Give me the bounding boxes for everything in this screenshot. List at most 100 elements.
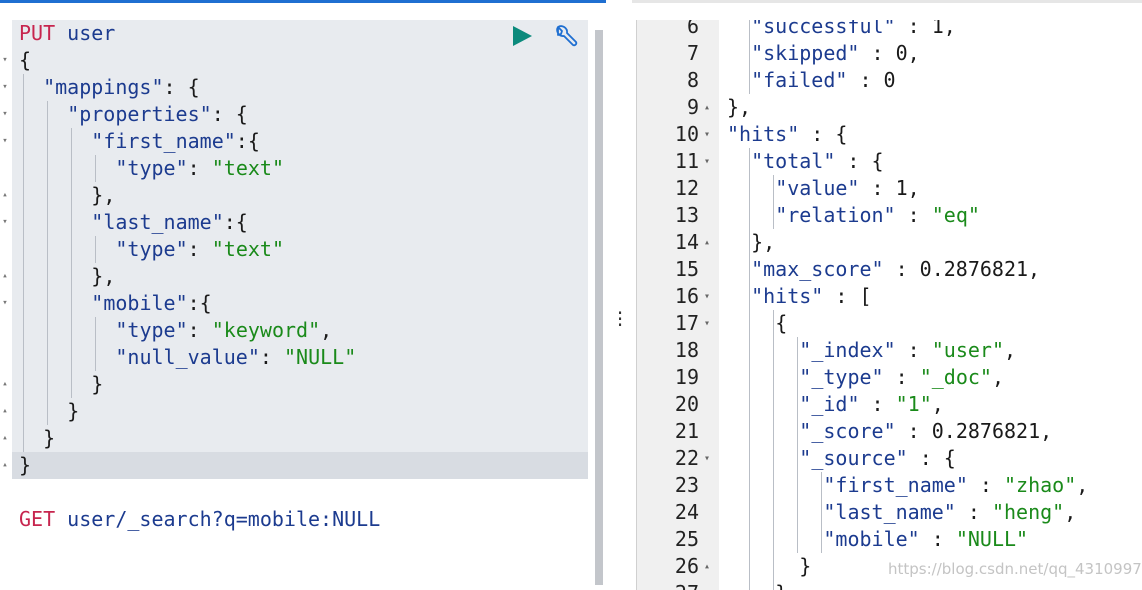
request-line[interactable]: "first_name":{ <box>91 128 260 155</box>
code-token: "text" <box>211 156 284 180</box>
line-number: 18 <box>674 338 699 362</box>
code-token: "mobile" <box>823 527 920 551</box>
fold-toggle-icon[interactable]: ▾ <box>0 209 10 236</box>
line-number: 22 <box>674 446 699 470</box>
request-line[interactable]: "type": "text" <box>115 236 284 263</box>
request-line[interactable]: "null_value": "NULL" <box>115 344 356 371</box>
code-token: GET <box>19 507 56 531</box>
response-line: "mobile" : "NULL" <box>823 526 1028 553</box>
code-token: user <box>67 21 116 45</box>
line-number: 20 <box>674 392 699 416</box>
code-token: : <box>895 338 932 362</box>
play-icon[interactable] <box>511 25 533 47</box>
fold-toggle-icon[interactable]: ▴ <box>0 263 10 290</box>
request-line[interactable]: PUT user <box>19 20 115 47</box>
pane-divider[interactable] <box>606 0 632 590</box>
code-token: , <box>1076 473 1089 497</box>
fold-toggle-icon[interactable]: ▾ <box>701 283 713 310</box>
code-token: "NULL" <box>955 527 1029 551</box>
response-line: "skipped" : 0, <box>751 40 920 67</box>
fold-toggle-icon[interactable]: ▴ <box>0 398 10 425</box>
indent-guide <box>23 74 24 452</box>
code-token: : { <box>907 446 956 470</box>
code-token: 0 <box>895 41 908 65</box>
fold-toggle-icon[interactable]: ▾ <box>0 47 10 74</box>
request-line[interactable]: } <box>19 452 31 479</box>
response-line: { <box>775 310 787 337</box>
line-number: 12 <box>674 176 699 200</box>
request-line[interactable]: "mappings": { <box>43 74 200 101</box>
code-token: } <box>19 453 32 477</box>
code-token: }, <box>727 95 752 119</box>
code-token: : [ <box>823 284 872 308</box>
request-scrollbar[interactable] <box>595 30 603 585</box>
indent-guide <box>47 101 49 425</box>
fold-toggle-icon[interactable]: ▴ <box>0 182 10 209</box>
code-token: "_doc" <box>919 365 992 389</box>
code-token: "properties" <box>67 102 212 126</box>
fold-toggle-icon[interactable]: ▾ <box>701 445 713 472</box>
request-line[interactable]: "mobile":{ <box>91 290 211 317</box>
fold-toggle-icon[interactable]: ▾ <box>0 290 10 317</box>
response-line: "relation" : "eq" <box>775 202 980 229</box>
code-token: 1 <box>931 20 944 38</box>
response-line: }, <box>775 580 799 590</box>
top-strip <box>0 0 1142 20</box>
request-line[interactable]: "last_name":{ <box>91 209 248 236</box>
code-token: "_score" <box>799 419 896 443</box>
fold-toggle-icon[interactable]: ▾ <box>0 74 10 101</box>
request-line[interactable]: GET user/_search?q=mobile:NULL <box>19 506 380 533</box>
request-line[interactable]: } <box>43 425 55 452</box>
fold-toggle-icon[interactable]: ▴ <box>701 553 713 580</box>
vertical-dots-icon[interactable]: · · · <box>614 303 626 338</box>
wrench-icon[interactable] <box>552 24 578 50</box>
code-token: :{ <box>235 129 260 153</box>
request-line[interactable]: "type": "keyword", <box>115 317 332 344</box>
fold-toggle-icon[interactable]: ▴ <box>0 425 10 452</box>
fold-toggle-icon[interactable]: ▴ <box>701 94 713 121</box>
fold-toggle-icon[interactable]: ▾ <box>0 101 10 128</box>
code-token: : <box>847 68 884 92</box>
code-token: : <box>187 156 212 180</box>
response-line: "failed" : 0 <box>751 67 896 94</box>
indent-guide <box>749 20 750 94</box>
code-token: }, <box>775 581 799 590</box>
indent-guide <box>95 155 97 182</box>
code-token: "text" <box>211 237 284 261</box>
line-number: 6 <box>686 20 699 38</box>
request-editor[interactable]: PUT user{"mappings": {"properties": {"fi… <box>0 20 590 590</box>
fold-toggle-icon[interactable]: ▴ <box>701 229 713 256</box>
code-token: , <box>1064 500 1077 524</box>
fold-toggle-icon[interactable]: ▾ <box>701 121 713 148</box>
fold-toggle-icon[interactable]: ▴ <box>701 580 713 590</box>
indent-guide <box>773 310 775 590</box>
request-line[interactable]: { <box>19 47 31 74</box>
fold-toggle-icon[interactable]: ▴ <box>0 452 10 479</box>
code-token: : { <box>163 75 200 99</box>
response-line: "value" : 1, <box>775 175 920 202</box>
code-token: : <box>259 345 284 369</box>
request-line[interactable]: }, <box>91 182 115 209</box>
fold-toggle-icon[interactable]: ▾ <box>701 310 713 337</box>
request-line[interactable]: } <box>91 371 103 398</box>
fold-toggle-icon[interactable]: ▴ <box>0 371 10 398</box>
code-token: "first_name" <box>91 129 236 153</box>
fold-toggle-icon[interactable]: ▾ <box>701 148 713 175</box>
request-line[interactable]: }, <box>91 263 115 290</box>
code-token: : <box>187 318 212 342</box>
line-number: 23 <box>674 473 699 497</box>
indent-guide <box>797 337 799 553</box>
fold-toggle-icon[interactable]: ▾ <box>0 128 10 155</box>
request-line[interactable]: "properties": { <box>67 101 248 128</box>
code-token: "skipped" <box>751 41 860 65</box>
code-token: , <box>1028 257 1041 281</box>
code-token: "last_name" <box>91 210 224 234</box>
response-line: "last_name" : "heng", <box>823 499 1076 526</box>
request-line[interactable]: "type": "text" <box>115 155 284 182</box>
request-line[interactable]: } <box>67 398 79 425</box>
line-number: 16 <box>674 284 699 308</box>
code-token: "type" <box>115 318 188 342</box>
code-token: : <box>895 20 932 38</box>
code-token: , <box>943 20 956 38</box>
response-viewer[interactable]: 6 "successful" : 1, 7 "skipped" : 0, 8 "faile… <box>637 20 1142 590</box>
